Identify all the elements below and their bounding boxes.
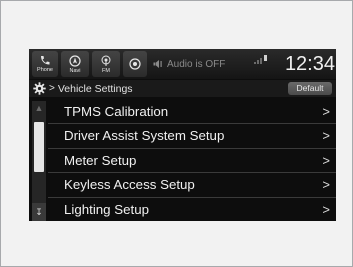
chevron-right-icon: > — [322, 201, 330, 217]
list-item-label: Driver Assist System Setup — [64, 128, 225, 144]
page-frame: Phone Navi FM Audio is OFF 12:34 > Vehic… — [0, 0, 353, 267]
list-item-label: Keyless Access Setup — [64, 177, 195, 193]
chevron-right-icon: > — [322, 177, 330, 193]
list-item-keyless-access-setup[interactable]: Keyless Access Setup > — [48, 173, 336, 198]
list-item-label: Meter Setup — [64, 152, 137, 168]
chevron-right-icon: > — [322, 104, 330, 119]
chevron-right-icon: > — [322, 128, 330, 144]
navi-icon — [69, 54, 81, 67]
sirius-icon — [129, 58, 141, 70]
fm-radio-icon — [101, 55, 111, 66]
scrollbar[interactable]: ▲ ↧ — [32, 101, 46, 221]
phone-label: Phone — [37, 67, 53, 73]
list-item-label: Lighting Setup — [64, 201, 150, 217]
scroll-up-icon[interactable]: ▲ — [34, 104, 44, 113]
list-item-lighting-setup[interactable]: Lighting Setup > — [48, 198, 336, 221]
head-unit-screen: Phone Navi FM Audio is OFF 12:34 > Vehic… — [29, 49, 336, 221]
scroll-down-icon[interactable]: ↧ — [32, 203, 46, 221]
breadcrumb: > Vehicle Settings Default — [29, 80, 336, 97]
settings-list: TPMS Calibration > Driver Assist System … — [48, 100, 336, 221]
audio-status-text: Audio is OFF — [167, 58, 226, 70]
list-item-driver-assist-system-setup[interactable]: Driver Assist System Setup > — [48, 124, 336, 149]
chevron-right-icon: > — [322, 152, 330, 168]
navi-label: Navi — [69, 67, 81, 74]
navi-button[interactable]: Navi — [61, 51, 89, 77]
phone-icon — [41, 56, 50, 65]
gear-icon[interactable] — [33, 82, 46, 95]
breadcrumb-separator: > — [49, 83, 55, 94]
status-bar: Phone Navi FM Audio is OFF 12:34 — [29, 49, 336, 79]
fm-button[interactable]: FM — [92, 51, 120, 77]
sirius-button[interactable] — [123, 51, 147, 77]
signal-icon — [254, 55, 267, 64]
default-button[interactable]: Default — [288, 82, 332, 95]
list-item-label: TPMS Calibration — [64, 104, 169, 119]
list-item-tpms-calibration[interactable]: TPMS Calibration > — [48, 100, 336, 125]
scroll-thumb[interactable] — [34, 122, 44, 172]
fm-label: FM — [102, 67, 110, 74]
page-title: Vehicle Settings — [57, 82, 133, 95]
audio-status: Audio is OFF — [153, 56, 225, 72]
speaker-icon — [153, 60, 162, 68]
list-item-meter-setup[interactable]: Meter Setup > — [48, 149, 336, 174]
clock: 12:34 — [284, 53, 335, 75]
phone-button[interactable]: Phone — [32, 51, 58, 77]
